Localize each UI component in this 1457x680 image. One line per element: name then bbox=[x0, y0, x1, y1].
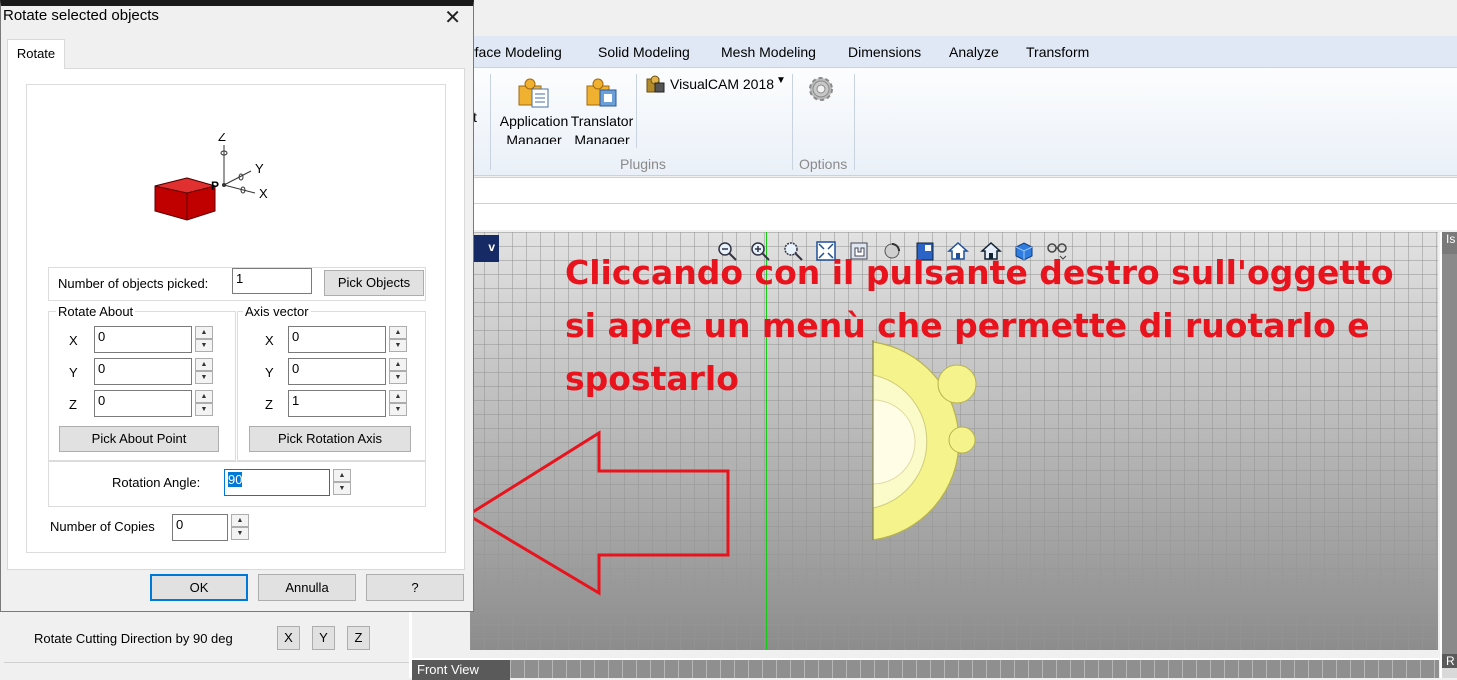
tab-solid-modeling[interactable]: Solid Modeling bbox=[598, 44, 690, 60]
rotate-x-button[interactable]: X bbox=[277, 626, 300, 650]
translator-manager-button[interactable]: Translator Manager bbox=[570, 72, 634, 144]
ribbon-separator bbox=[792, 74, 793, 170]
rotation-angle-label: Rotation Angle: bbox=[112, 475, 201, 490]
pick-about-point-button[interactable]: Pick About Point bbox=[59, 426, 219, 452]
rotation-angle-field[interactable]: 90 bbox=[224, 469, 330, 496]
red-annotation-text: Cliccando con il pulsante destro sull'og… bbox=[565, 253, 1394, 398]
front-view-pane[interactable]: Front View bbox=[412, 658, 1439, 680]
tab-transform[interactable]: Transform bbox=[1026, 44, 1089, 60]
cancel-button[interactable]: Annulla bbox=[258, 574, 356, 601]
isometric-view-label[interactable]: Is bbox=[1442, 232, 1457, 254]
red-arrow-annotation bbox=[465, 430, 730, 596]
number-of-copies-label: Number of Copies bbox=[50, 519, 155, 534]
ribbon-body: t Application Manager Translator Manager bbox=[470, 68, 1457, 176]
application-manager-label-1: Application bbox=[499, 113, 569, 129]
rotate-dialog: Rotate selected objects ✕ Rotate Z Y X P bbox=[0, 0, 474, 612]
objects-picked-label: Number of objects picked: bbox=[58, 276, 209, 291]
tab-mesh-modeling[interactable]: Mesh Modeling bbox=[721, 44, 816, 60]
toolbar-strip bbox=[470, 204, 1457, 230]
rotate-about-x-label: X bbox=[69, 333, 78, 348]
axis-vector-title: Axis vector bbox=[243, 304, 311, 319]
pick-rotation-axis-button[interactable]: Pick Rotation Axis bbox=[249, 426, 411, 452]
application-manager-button[interactable]: Application Manager bbox=[498, 72, 570, 144]
rotation-diagram-icon: Z Y X P bbox=[154, 133, 268, 221]
axis-vector-y-label: Y bbox=[265, 365, 274, 380]
axis-vector-z-label: Z bbox=[265, 397, 273, 412]
axis-vector-x-stepper[interactable]: ▲ ▼ bbox=[389, 326, 407, 353]
axis-vector-y-stepper[interactable]: ▲ ▼ bbox=[389, 358, 407, 385]
ribbon-separator bbox=[490, 74, 491, 170]
ribbon-tab-bar: rface Modeling Solid Modeling Mesh Model… bbox=[470, 36, 1457, 68]
axis-vector-y-field[interactable]: 0 bbox=[288, 358, 386, 385]
dialog-title: Rotate selected objects bbox=[3, 7, 159, 24]
tab-rotate[interactable]: Rotate bbox=[7, 39, 65, 69]
divider bbox=[4, 662, 409, 663]
rotate-about-z-stepper[interactable]: ▲ ▼ bbox=[195, 390, 213, 417]
tab-surface-modeling[interactable]: rface Modeling bbox=[470, 44, 562, 60]
gear-icon bbox=[809, 77, 833, 101]
rotate-about-title: Rotate About bbox=[56, 304, 136, 319]
chevron-down-icon: ▼ bbox=[776, 75, 786, 86]
rotate-tab-page: Z Y X P Number of objects picked: 1 Pick… bbox=[7, 68, 465, 570]
x-axis-label: X bbox=[259, 186, 268, 201]
options-group-label: Options bbox=[799, 156, 848, 172]
application-manager-label-2: Manager bbox=[506, 132, 562, 144]
rotate-z-button[interactable]: Z bbox=[347, 626, 370, 650]
rotate-about-y-stepper[interactable]: ▲ ▼ bbox=[195, 358, 213, 385]
rotate-about-x-field[interactable]: 0 bbox=[94, 326, 192, 353]
isometric-viewport-strip bbox=[1442, 254, 1457, 654]
rotate-cutting-direction-label: Rotate Cutting Direction by 90 deg bbox=[34, 631, 233, 646]
translator-manager-label-1: Translator bbox=[570, 113, 634, 129]
axis-vector-z-stepper[interactable]: ▲ ▼ bbox=[389, 390, 407, 417]
number-of-copies-stepper[interactable]: ▲ ▼ bbox=[231, 514, 249, 541]
translator-manager-label-2: Manager bbox=[574, 132, 630, 144]
plugins-group-label: Plugins bbox=[620, 156, 666, 172]
z-axis-label: Z bbox=[218, 133, 226, 144]
rotate-about-z-field[interactable]: 0 bbox=[94, 390, 192, 417]
close-icon[interactable]: ✕ bbox=[444, 5, 461, 30]
front-view-label[interactable]: Front View bbox=[412, 660, 510, 680]
visualcam-dropdown[interactable]: VisualCAM 2018 ▼ bbox=[646, 74, 786, 96]
pivot-point-label: P bbox=[211, 179, 219, 193]
visualcam-label: VisualCAM 2018 bbox=[670, 76, 775, 92]
right-view-label[interactable]: R bbox=[1442, 654, 1457, 668]
ribbon-separator bbox=[854, 74, 855, 170]
right-side-panel: Is R bbox=[1440, 232, 1457, 678]
ribbon-separator bbox=[636, 74, 637, 148]
axis-vector-x-label: X bbox=[265, 333, 274, 348]
help-button[interactable]: ? bbox=[366, 574, 464, 601]
rotate-about-x-stepper[interactable]: ▲ ▼ bbox=[195, 326, 213, 353]
tab-analyze[interactable]: Analyze bbox=[949, 44, 999, 60]
rotate-y-button[interactable]: Y bbox=[312, 626, 335, 650]
ok-button[interactable]: OK bbox=[150, 574, 248, 601]
rotate-about-y-field[interactable]: 0 bbox=[94, 358, 192, 385]
jewelry-model bbox=[872, 340, 977, 540]
rotate-about-z-label: Z bbox=[69, 397, 77, 412]
rotation-angle-stepper[interactable]: ▲ ▼ bbox=[333, 469, 351, 496]
tab-dimensions[interactable]: Dimensions bbox=[848, 44, 921, 60]
visualcam-icon bbox=[646, 75, 665, 93]
objects-picked-field[interactable]: 1 bbox=[232, 268, 312, 294]
rotation-angle-value: 90 bbox=[228, 472, 243, 487]
cutting-direction-panel: Rotate Cutting Direction by 90 deg X Y Z bbox=[0, 612, 409, 678]
rotate-about-y-label: Y bbox=[69, 365, 78, 380]
y-axis-label: Y bbox=[255, 161, 264, 176]
pick-objects-button[interactable]: Pick Objects bbox=[324, 270, 424, 296]
number-of-copies-field[interactable]: 0 bbox=[172, 514, 228, 541]
puzzle-icon bbox=[518, 78, 549, 108]
viewport-label-tab[interactable]: v bbox=[470, 235, 499, 262]
axis-vector-x-field[interactable]: 0 bbox=[288, 326, 386, 353]
axis-vector-z-field[interactable]: 1 bbox=[288, 390, 386, 417]
command-line-strip bbox=[470, 177, 1457, 204]
rotate-inner-panel: Z Y X P Number of objects picked: 1 Pick… bbox=[26, 84, 446, 553]
options-button[interactable] bbox=[804, 72, 838, 106]
puzzle-translator-icon bbox=[586, 78, 617, 107]
viewport-label-text: v bbox=[488, 240, 495, 254]
